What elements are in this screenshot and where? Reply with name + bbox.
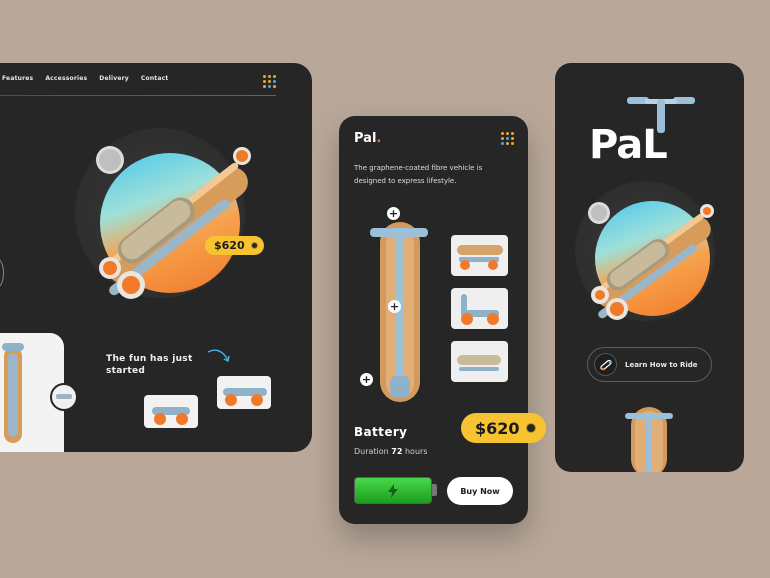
price-tag: $620 xyxy=(205,236,264,255)
thumb-deck-view[interactable] xyxy=(451,235,508,276)
mobile-product-panel: Pal. The graphene-coated fibre vehicle i… xyxy=(339,116,546,524)
hotspot-wheel[interactable]: + xyxy=(360,373,373,386)
tagline: The graphene-coated fibre vehicle is des… xyxy=(354,164,483,185)
price-tag-hole xyxy=(525,423,536,433)
nav-item-delivery[interactable]: Delivery xyxy=(99,75,129,82)
skateboard-icon xyxy=(594,353,617,376)
nav-item-contact[interactable]: Contact xyxy=(141,75,169,82)
price-tag-hole xyxy=(250,242,258,249)
duration-unit: hours xyxy=(404,447,428,456)
brand-logo[interactable]: Pal. xyxy=(354,131,381,146)
lightning-icon xyxy=(388,483,398,498)
menu-dots-icon[interactable] xyxy=(263,75,276,88)
hotspot-deck[interactable]: + xyxy=(388,300,401,313)
hero-scooter-image xyxy=(588,202,714,320)
menu-dots-icon[interactable] xyxy=(501,132,514,145)
arrow-curve-icon xyxy=(207,349,230,363)
hero-logo: PaL xyxy=(589,122,668,168)
duration-value: 72 xyxy=(391,447,403,456)
learn-how-to-ride-button[interactable]: Learn How to Ride xyxy=(587,347,712,382)
nav-item-accessories[interactable]: Accessories xyxy=(45,75,87,82)
nav-divider xyxy=(0,95,276,96)
thumb-wheel-view[interactable] xyxy=(451,288,508,329)
top-nav: Features Accessories Delivery Contact xyxy=(2,75,168,82)
brand-name: Pal xyxy=(354,131,377,146)
price-value: $620 xyxy=(214,239,245,252)
nav-item-features[interactable]: Features xyxy=(2,75,33,82)
hero-scooter-image xyxy=(96,146,251,299)
hotspot-handle[interactable]: + xyxy=(387,207,400,220)
mobile-hero-panel: PaL Learn How to Ride xyxy=(555,63,744,472)
price-tag: $620 xyxy=(461,413,546,443)
side-card-zoom-thumb[interactable] xyxy=(50,383,78,411)
battery-indicator xyxy=(354,477,432,504)
brand-dot: . xyxy=(376,131,382,146)
thumb-cushion-view[interactable] xyxy=(451,341,508,382)
headline: The fun has just started xyxy=(106,354,193,376)
duration-label: Duration xyxy=(354,447,389,456)
thumb-wheel[interactable] xyxy=(217,376,271,409)
battery-cap xyxy=(432,484,437,496)
learn-button-label: Learn How to Ride xyxy=(625,360,698,369)
desktop-preview-panel: Features Accessories Delivery Contact $6… xyxy=(0,63,312,452)
price-value: $620 xyxy=(475,418,520,438)
buy-now-button[interactable]: Buy Now xyxy=(447,477,513,505)
battery-duration: Duration 72 hours xyxy=(354,447,427,456)
scooter-preview-image xyxy=(625,407,673,472)
thumb-rear[interactable] xyxy=(144,395,198,428)
battery-title: Battery xyxy=(354,425,408,439)
side-scroll-indicator xyxy=(0,258,4,288)
